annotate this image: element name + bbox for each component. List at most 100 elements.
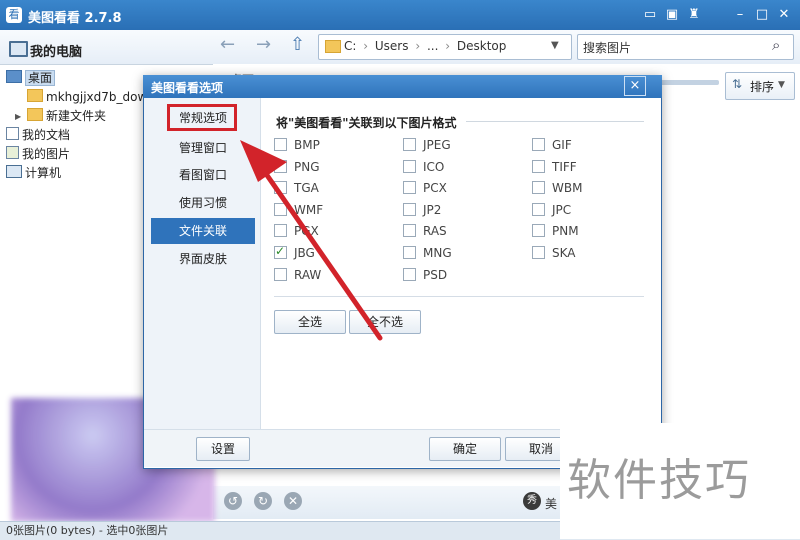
- format-checkbox[interactable]: PSD: [403, 267, 447, 283]
- format-checkbox[interactable]: PNG: [274, 159, 320, 175]
- computer-icon: [6, 165, 22, 178]
- format-checkbox[interactable]: TIFF: [532, 159, 577, 175]
- format-checkbox[interactable]: WBM: [532, 180, 582, 196]
- tree-item-desktop[interactable]: 桌面: [6, 69, 56, 87]
- checkbox-icon[interactable]: [274, 160, 287, 173]
- crumb[interactable]: Users: [375, 39, 409, 53]
- format-label: PGX: [294, 224, 319, 238]
- back-icon[interactable]: ←: [220, 34, 235, 55]
- brand-logo-icon: 秀: [523, 492, 541, 510]
- format-checkbox[interactable]: WMF: [274, 202, 323, 218]
- expand-arrow-icon[interactable]: ▶: [15, 112, 21, 121]
- checkbox-icon[interactable]: [274, 181, 287, 194]
- checkbox-icon[interactable]: [532, 181, 545, 194]
- checkbox-icon[interactable]: [274, 203, 287, 216]
- chat-icon[interactable]: ▭: [642, 7, 658, 23]
- path-dropdown-icon[interactable]: ▼: [551, 40, 559, 51]
- format-checkbox[interactable]: BMP: [274, 137, 320, 153]
- tab-skin[interactable]: 界面皮肤: [151, 246, 255, 272]
- rotate-left-icon[interactable]: ↺: [224, 492, 242, 510]
- dialog-close-button[interactable]: ×: [624, 76, 646, 96]
- crumb-separator-icon: ›: [445, 39, 451, 53]
- tab-manage-window[interactable]: 管理窗口: [151, 135, 255, 161]
- format-checkbox[interactable]: JP2: [403, 202, 441, 218]
- tree-item-pictures[interactable]: 我的图片: [6, 145, 70, 163]
- format-label: BMP: [294, 138, 320, 152]
- close-icon[interactable]: ✕: [776, 7, 792, 23]
- checkbox-icon[interactable]: [532, 138, 545, 151]
- format-label: PCX: [423, 181, 447, 195]
- menu-icon[interactable]: ▣: [664, 7, 680, 23]
- format-checkbox[interactable]: SKA: [532, 245, 575, 261]
- maximize-icon[interactable]: □: [754, 7, 770, 23]
- format-checkbox[interactable]: RAW: [274, 267, 321, 283]
- format-checkbox[interactable]: JPEG: [403, 137, 451, 153]
- checkbox-icon[interactable]: [532, 160, 545, 173]
- dialog-divider: [274, 296, 644, 297]
- tree-item-new-folder[interactable]: 新建文件夹: [27, 107, 106, 125]
- sort-icon: ⇅: [732, 77, 743, 91]
- format-checkbox[interactable]: GIF: [532, 137, 572, 153]
- select-all-button[interactable]: 全选: [274, 310, 346, 334]
- rotate-right-icon[interactable]: ↻: [254, 492, 272, 510]
- select-none-button[interactable]: 全不选: [349, 310, 421, 334]
- forward-icon[interactable]: →: [256, 34, 271, 55]
- tree-label: 计算机: [25, 166, 62, 180]
- search-icon[interactable]: ⌕: [772, 36, 780, 54]
- checkbox-icon[interactable]: [274, 224, 287, 237]
- format-checkbox[interactable]: PGX: [274, 223, 319, 239]
- tree-item-documents[interactable]: 我的文档: [6, 126, 70, 144]
- checkbox-icon[interactable]: [274, 138, 287, 151]
- settings-button[interactable]: 设置: [196, 437, 250, 461]
- tree-item-computer[interactable]: 计算机: [6, 164, 61, 182]
- folder-icon: [27, 108, 43, 121]
- crumb[interactable]: ...: [427, 39, 438, 53]
- format-checkbox[interactable]: PCX: [403, 180, 447, 196]
- checkbox-checked-icon[interactable]: [274, 243, 287, 259]
- format-checkbox[interactable]: JBG: [274, 243, 315, 261]
- minimize-icon[interactable]: –: [732, 7, 748, 23]
- skin-icon[interactable]: ♜: [686, 7, 702, 23]
- highlight-box: [167, 104, 237, 131]
- format-label: JPEG: [423, 138, 451, 152]
- ok-button[interactable]: 确定: [429, 437, 501, 461]
- checkbox-icon[interactable]: [532, 246, 545, 259]
- checkbox-icon[interactable]: [403, 138, 416, 151]
- format-checkbox[interactable]: ICO: [403, 159, 444, 175]
- checkbox-icon[interactable]: [403, 160, 416, 173]
- checkbox-icon[interactable]: [403, 246, 416, 259]
- search-placeholder: 搜索图片: [583, 41, 632, 55]
- format-label: PNM: [552, 224, 579, 238]
- format-checkbox[interactable]: TGA: [274, 180, 319, 196]
- checkbox-icon[interactable]: [403, 203, 416, 216]
- crumb[interactable]: Desktop: [457, 39, 507, 53]
- checkbox-icon[interactable]: [403, 224, 416, 237]
- zoom-slider[interactable]: [657, 80, 719, 85]
- path-crumbs[interactable]: C: › Users › ... › Desktop: [344, 39, 506, 53]
- checkbox-icon[interactable]: [532, 203, 545, 216]
- checkbox-icon[interactable]: [403, 181, 416, 194]
- format-label: RAW: [294, 268, 322, 282]
- up-folder-icon[interactable]: ⇧: [290, 34, 305, 55]
- format-label: JBG: [294, 246, 315, 260]
- tab-habits[interactable]: 使用习惯: [151, 190, 255, 216]
- checkbox-icon[interactable]: [532, 224, 545, 237]
- format-label: JP2: [423, 203, 442, 217]
- checkbox-icon[interactable]: [274, 268, 287, 281]
- format-checkbox[interactable]: RAS: [403, 223, 447, 239]
- crumb[interactable]: C:: [344, 39, 356, 53]
- delete-icon[interactable]: ✕: [284, 492, 302, 510]
- tree-item-download[interactable]: mkhgjjxd7b_downc: [27, 88, 161, 106]
- checkbox-icon[interactable]: [403, 268, 416, 281]
- format-label: GIF: [552, 138, 572, 152]
- sort-dropdown-icon: ▼: [778, 80, 785, 90]
- format-checkbox[interactable]: JPC: [532, 202, 571, 218]
- tab-view-window[interactable]: 看图窗口: [151, 162, 255, 188]
- format-checkbox[interactable]: MNG: [403, 245, 452, 261]
- section-title: 将"美图看看"关联到以下图片格式: [276, 116, 457, 130]
- format-label: JPC: [552, 203, 572, 217]
- tab-file-association[interactable]: 文件关联: [151, 218, 255, 244]
- pictures-icon: [6, 146, 19, 159]
- computer-icon: [9, 41, 28, 57]
- format-checkbox[interactable]: PNM: [532, 223, 579, 239]
